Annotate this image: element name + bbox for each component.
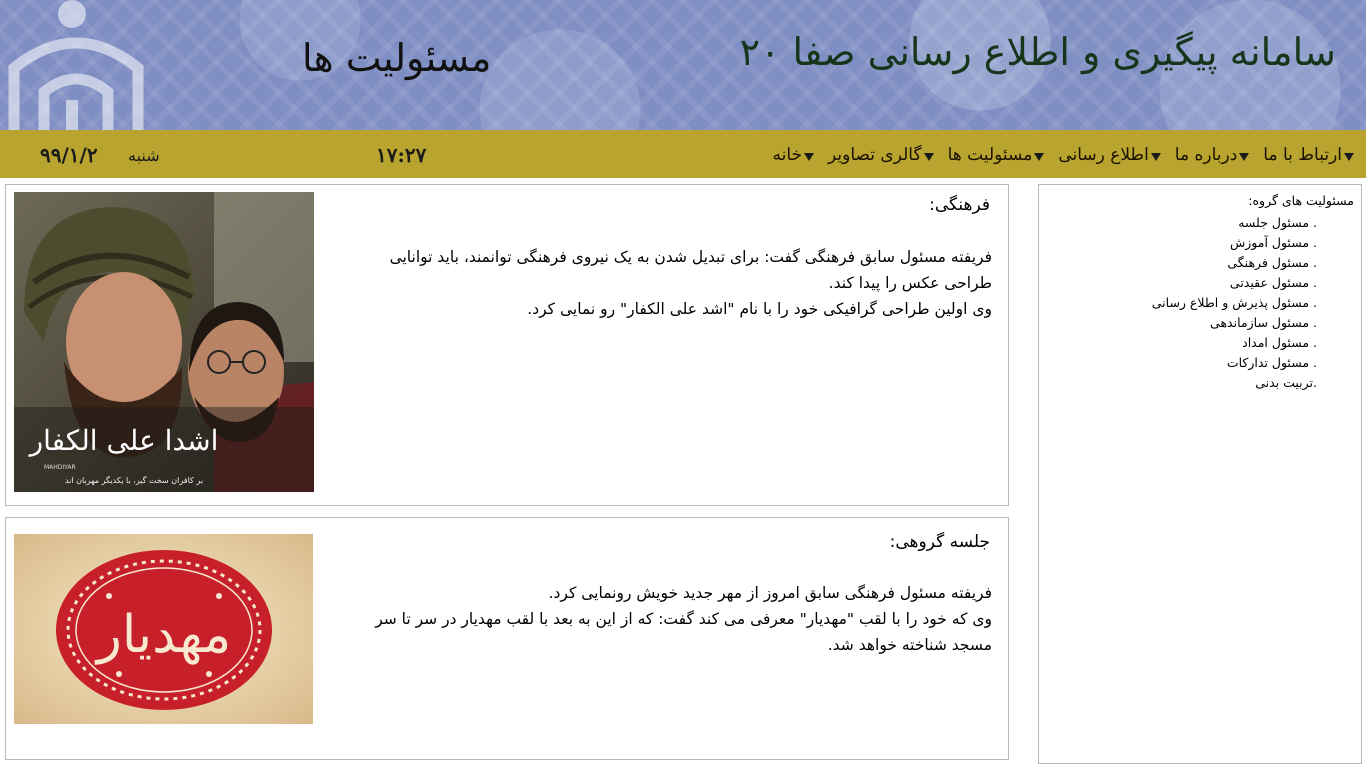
- sidebar-item[interactable]: . مسئول جلسه: [1152, 213, 1317, 233]
- card-line: فریفته مسئول سابق فرهنگی گفت: برای تبدیل…: [389, 248, 992, 292]
- date: ۹۹/۱/۲: [40, 143, 98, 167]
- card-body: فریفته مسئول سابق فرهنگی گفت: برای تبدیل…: [362, 244, 992, 322]
- header-banner: سامانه پیگیری و اطلاع رسانی صفا ۲۰ مسئول…: [0, 0, 1366, 130]
- chevron-down-icon: [1239, 153, 1250, 161]
- sidebar-item[interactable]: . مسئول امداد: [1152, 333, 1317, 353]
- logo: [8, 0, 144, 130]
- image-brand: MAHDIYAR: [44, 464, 76, 471]
- nav-bar: خانه گالری تصاویر مسئولیت ها اطلاع رسانی…: [0, 130, 1366, 178]
- nav-item-responsibilities[interactable]: مسئولیت ها: [948, 145, 1045, 165]
- chevron-down-icon: [1150, 153, 1161, 161]
- sidebar-item[interactable]: .تربیت بدنی: [1152, 373, 1317, 393]
- seal-text: مهدیار: [94, 605, 232, 665]
- nav-item-news[interactable]: اطلاع رسانی: [1058, 145, 1161, 165]
- site-title: سامانه پیگیری و اطلاع رسانی صفا ۲۰: [739, 30, 1336, 74]
- card-heading: جلسه گروهی:: [889, 532, 990, 552]
- nav-label: اطلاع رسانی: [1058, 145, 1149, 165]
- nav-item-contact[interactable]: ارتباط با ما: [1263, 145, 1354, 165]
- sidebar-item[interactable]: . مسئول فرهنگی: [1152, 253, 1317, 273]
- sidebar-item[interactable]: . مسئول پذیرش و اطلاع رسانی: [1152, 293, 1317, 313]
- nav-item-about[interactable]: درباره ما: [1175, 145, 1250, 165]
- news-card-cultural: اشدا علی الکفار MAHDIYAR بر کافران سخت گ…: [5, 184, 1009, 506]
- sidebar-title: مسئولیت های گروه:: [1248, 193, 1354, 208]
- nav-item-gallery[interactable]: گالری تصاویر: [828, 145, 934, 165]
- chevron-down-icon: [1034, 153, 1045, 161]
- card-line: فریفته مسئول فرهنگی سابق امروز از مهر جد…: [548, 584, 992, 602]
- image-caption: بر کافران سخت گیر، با یکدیگر مهربان اند: [65, 475, 203, 485]
- main-menu: خانه گالری تصاویر مسئولیت ها اطلاع رسانی…: [773, 141, 1354, 169]
- clock: ۱۷:۲۷: [376, 143, 427, 167]
- nav-item-home[interactable]: خانه: [773, 145, 815, 165]
- sidebar: مسئولیت های گروه: . مسئول جلسه . مسئول آ…: [1038, 184, 1362, 764]
- chevron-down-icon: [1344, 153, 1354, 161]
- sidebar-item[interactable]: . مسئول سازماندهی: [1152, 313, 1317, 333]
- sidebar-item[interactable]: . مسئول تدارکات: [1152, 353, 1317, 373]
- nav-label: ارتباط با ما: [1263, 145, 1342, 165]
- nav-label: مسئولیت ها: [947, 145, 1033, 165]
- card-body: فریفته مسئول فرهنگی سابق امروز از مهر جد…: [362, 580, 992, 658]
- svg-text:اشدا علی الکفار: اشدا علی الکفار: [28, 424, 219, 457]
- sidebar-list: . مسئول جلسه . مسئول آموزش . مسئول فرهنگ…: [1152, 213, 1317, 393]
- card-heading: فرهنگی:: [929, 195, 990, 215]
- cultural-poster-image: اشدا علی الکفار MAHDIYAR بر کافران سخت گ…: [14, 192, 314, 492]
- chevron-down-icon: [804, 153, 815, 161]
- nav-label: خانه: [772, 145, 803, 165]
- page-title: مسئولیت ها: [302, 36, 492, 80]
- sidebar-item[interactable]: . مسئول آموزش: [1152, 233, 1317, 253]
- news-card-meeting: مهدیار جلسه گروهی: فریفته مسئول فرهنگی س…: [5, 517, 1009, 760]
- card-line: وی اولین طراحی گرافیکی خود را با نام "اش…: [527, 300, 992, 318]
- nav-label: گالری تصاویر: [828, 145, 922, 165]
- nav-label: درباره ما: [1174, 145, 1238, 165]
- card-line: وی که خود را با لقب "مهدیار" معرفی می کن…: [375, 610, 992, 654]
- sidebar-item[interactable]: . مسئول عقیدتی: [1152, 273, 1317, 293]
- chevron-down-icon: [923, 153, 934, 161]
- day-name: شنبه: [128, 146, 160, 165]
- mahdiyar-seal-image: مهدیار: [14, 534, 313, 724]
